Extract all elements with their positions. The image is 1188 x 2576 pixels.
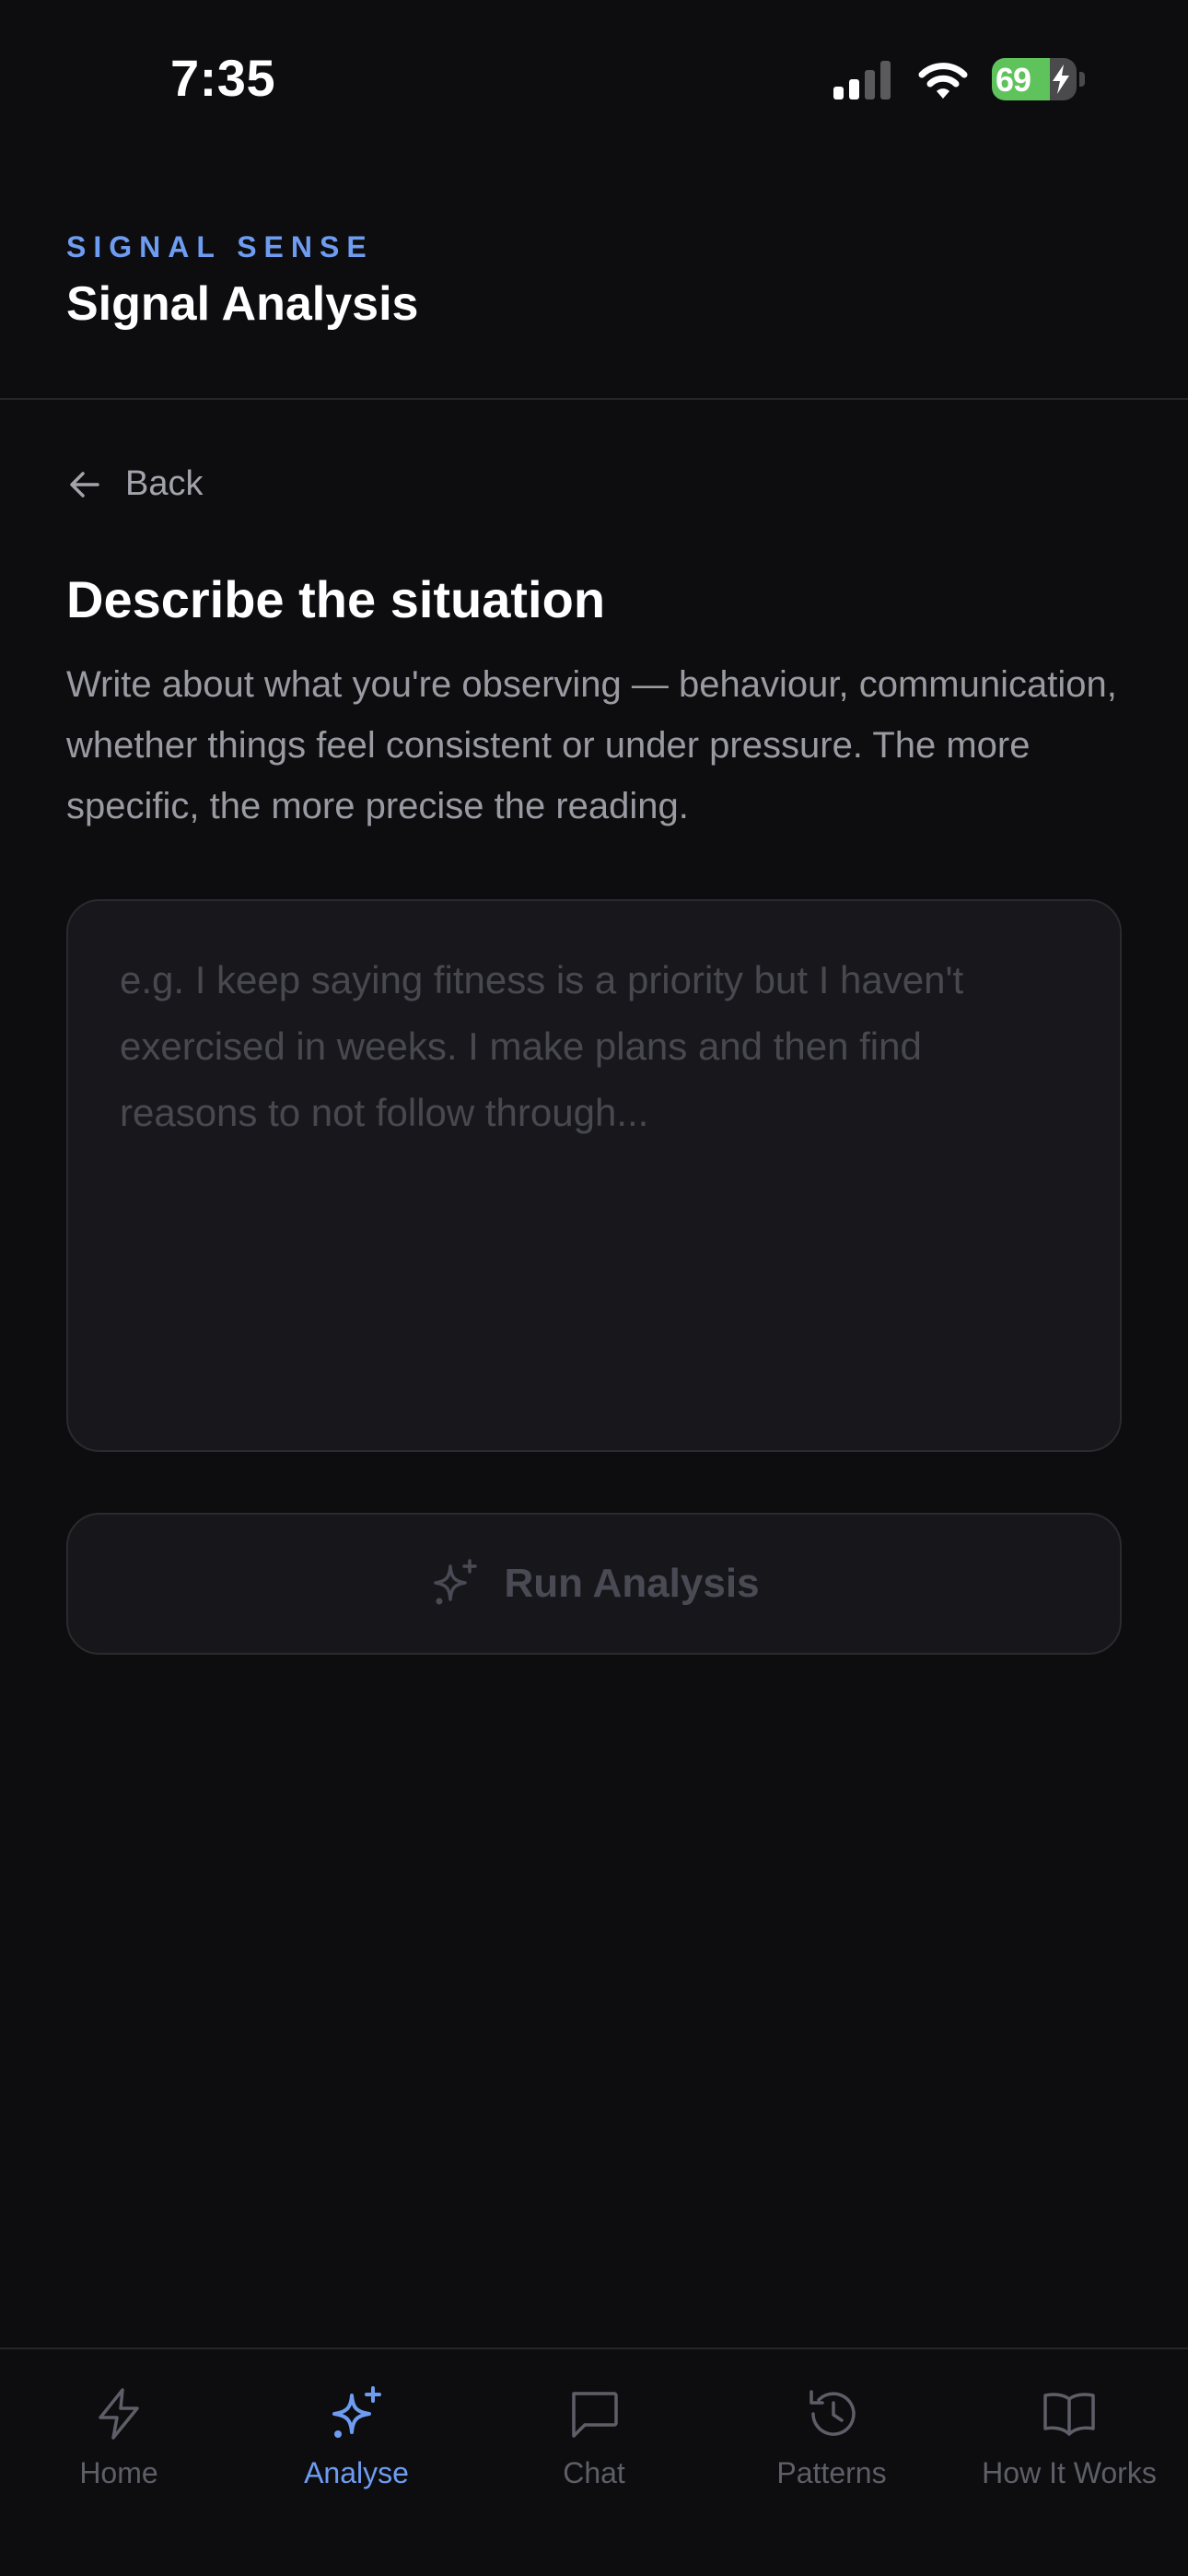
status-time: 7:35 xyxy=(170,49,276,107)
app-eyebrow: SIGNAL SENSE xyxy=(66,230,374,263)
page-title: Signal Analysis xyxy=(66,277,419,331)
section-description: Write about what you're observing — beha… xyxy=(66,664,1117,826)
nav-item-chat[interactable]: Chat xyxy=(475,2384,713,2504)
status-icons: 69 xyxy=(830,55,1085,103)
history-icon xyxy=(809,2390,856,2436)
arrow-left-icon xyxy=(70,471,99,498)
signal-icon xyxy=(833,61,891,100)
battery-charging-icon: 69 xyxy=(992,58,1077,100)
book-icon xyxy=(1043,2393,1095,2436)
situation-input[interactable] xyxy=(66,899,1122,1452)
run-analysis-button[interactable]: Run Analysis xyxy=(66,1513,1122,1655)
battery-cap xyxy=(1079,72,1085,87)
back-label: Back xyxy=(125,464,204,503)
bottom-nav: Home Analyse Chat Patterns How It Works xyxy=(0,2348,1188,2576)
sparkles-icon xyxy=(332,2386,381,2438)
nav-item-how-it-works[interactable]: How It Works xyxy=(950,2384,1188,2504)
lightning-icon xyxy=(99,2388,139,2440)
nav-item-home[interactable]: Home xyxy=(0,2384,238,2504)
back-button[interactable]: Back xyxy=(66,464,203,504)
sparkles-icon xyxy=(434,1559,478,1605)
status-bar: 7:35 69 xyxy=(0,0,1188,147)
nav-label-how-it-works: How It Works xyxy=(982,2456,1157,2489)
nav-label-chat: Chat xyxy=(563,2456,625,2489)
app-header: SIGNAL SENSE Signal Analysis xyxy=(0,147,1188,400)
battery-level: 69 xyxy=(996,61,1031,99)
run-analysis-label: Run Analysis xyxy=(504,1561,760,1606)
nav-item-analyse[interactable]: Analyse xyxy=(238,2384,475,2504)
nav-item-patterns[interactable]: Patterns xyxy=(713,2384,950,2504)
chat-bubble-icon xyxy=(572,2392,618,2438)
nav-label-home: Home xyxy=(79,2456,158,2489)
nav-label-analyse: Analyse xyxy=(304,2456,409,2489)
nav-label-patterns: Patterns xyxy=(776,2456,887,2489)
section-title: Describe the situation xyxy=(66,570,606,628)
bolt-icon xyxy=(1053,64,1069,94)
wifi-icon xyxy=(918,63,968,99)
